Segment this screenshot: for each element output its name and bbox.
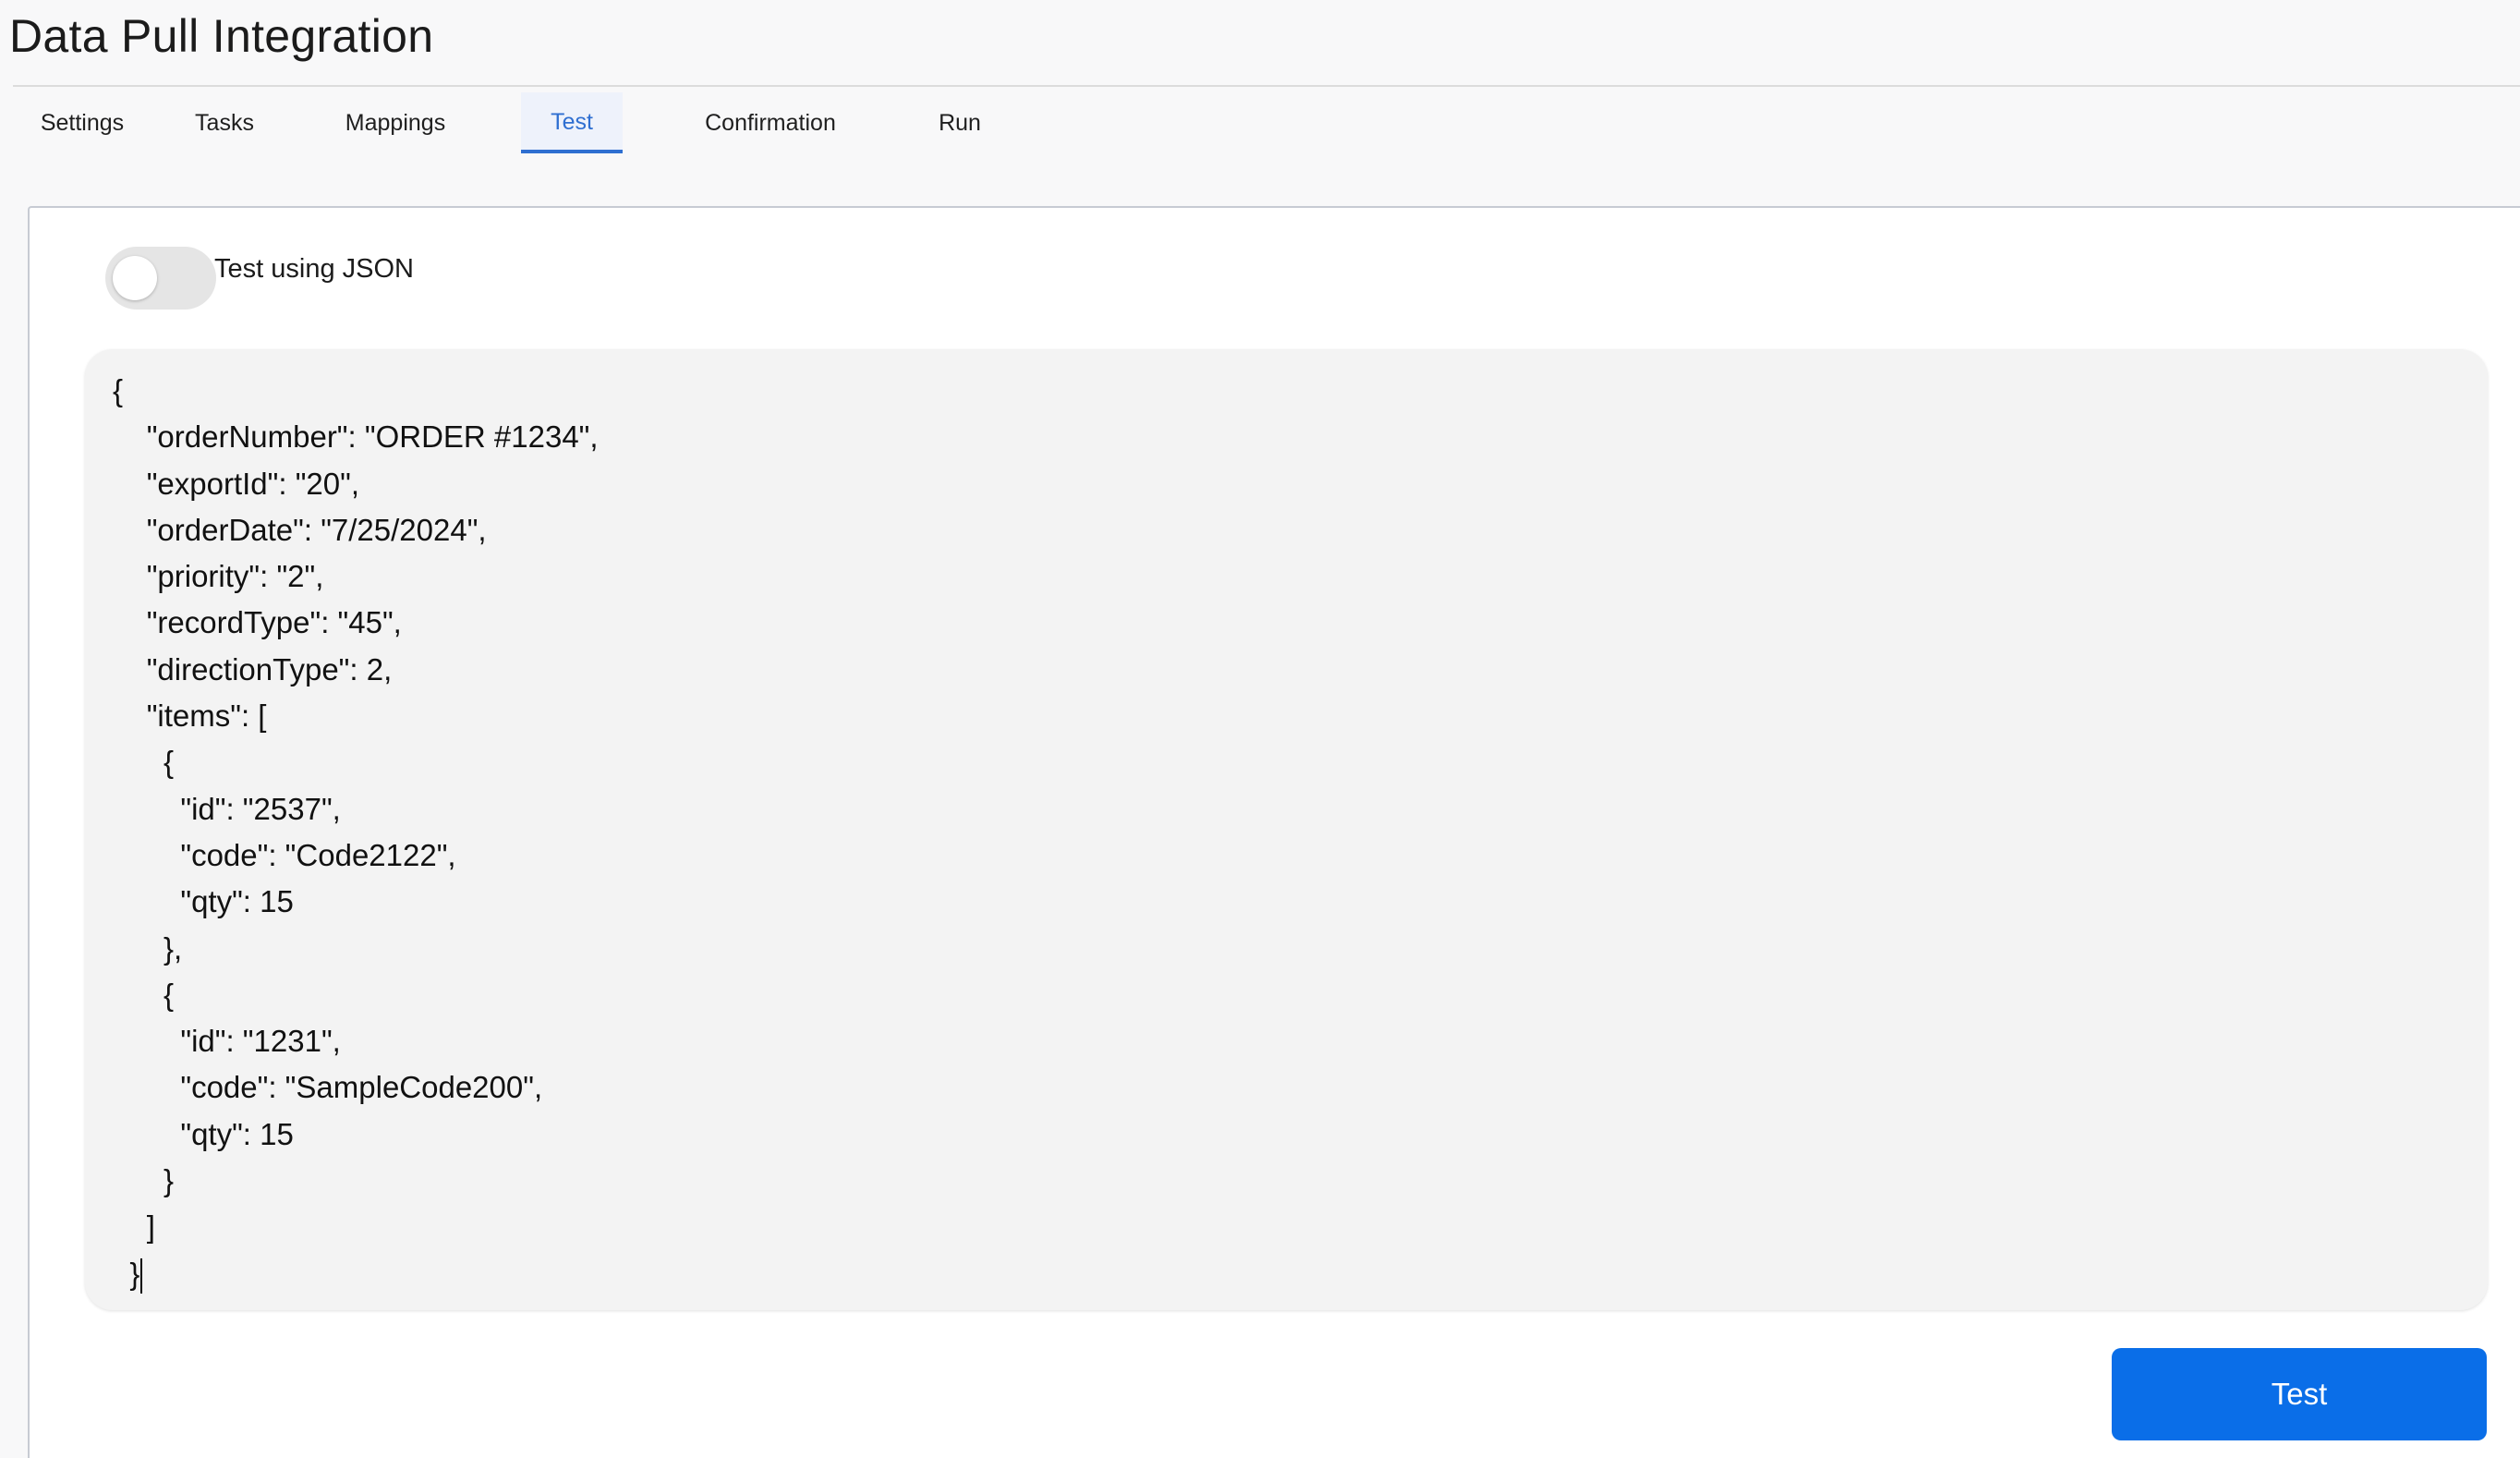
page-title: Data Pull Integration bbox=[9, 10, 434, 62]
title-divider bbox=[13, 85, 2520, 87]
tab-test[interactable]: Test bbox=[521, 92, 623, 153]
json-editor[interactable]: { "orderNumber": "ORDER #1234", "exportI… bbox=[85, 349, 2488, 1310]
tab-mappings[interactable]: Mappings bbox=[312, 92, 479, 153]
test-panel: Test using JSON { "orderNumber": "ORDER … bbox=[28, 206, 2520, 1458]
tab-mappings-label: Mappings bbox=[345, 109, 446, 136]
tab-tasks[interactable]: Tasks bbox=[181, 92, 268, 153]
tab-confirmation-label: Confirmation bbox=[705, 109, 836, 136]
tab-confirmation[interactable]: Confirmation bbox=[663, 92, 878, 153]
toggle-knob bbox=[113, 256, 157, 300]
tab-run-label: Run bbox=[939, 109, 981, 136]
toggle-label: Test using JSON bbox=[214, 254, 414, 284]
tab-bar: Settings Tasks Mappings Test Confirmatio… bbox=[13, 92, 990, 153]
test-using-json-toggle[interactable] bbox=[105, 247, 216, 310]
tab-settings[interactable]: Settings bbox=[13, 92, 151, 153]
json-editor-content: { "orderNumber": "ORDER #1234", "exportI… bbox=[113, 373, 599, 1291]
tab-tasks-label: Tasks bbox=[195, 109, 254, 136]
tab-test-label: Test bbox=[551, 108, 593, 135]
tab-settings-label: Settings bbox=[40, 109, 125, 136]
text-caret bbox=[140, 1258, 143, 1294]
tab-run[interactable]: Run bbox=[929, 92, 990, 153]
test-button[interactable]: Test bbox=[2112, 1348, 2487, 1440]
